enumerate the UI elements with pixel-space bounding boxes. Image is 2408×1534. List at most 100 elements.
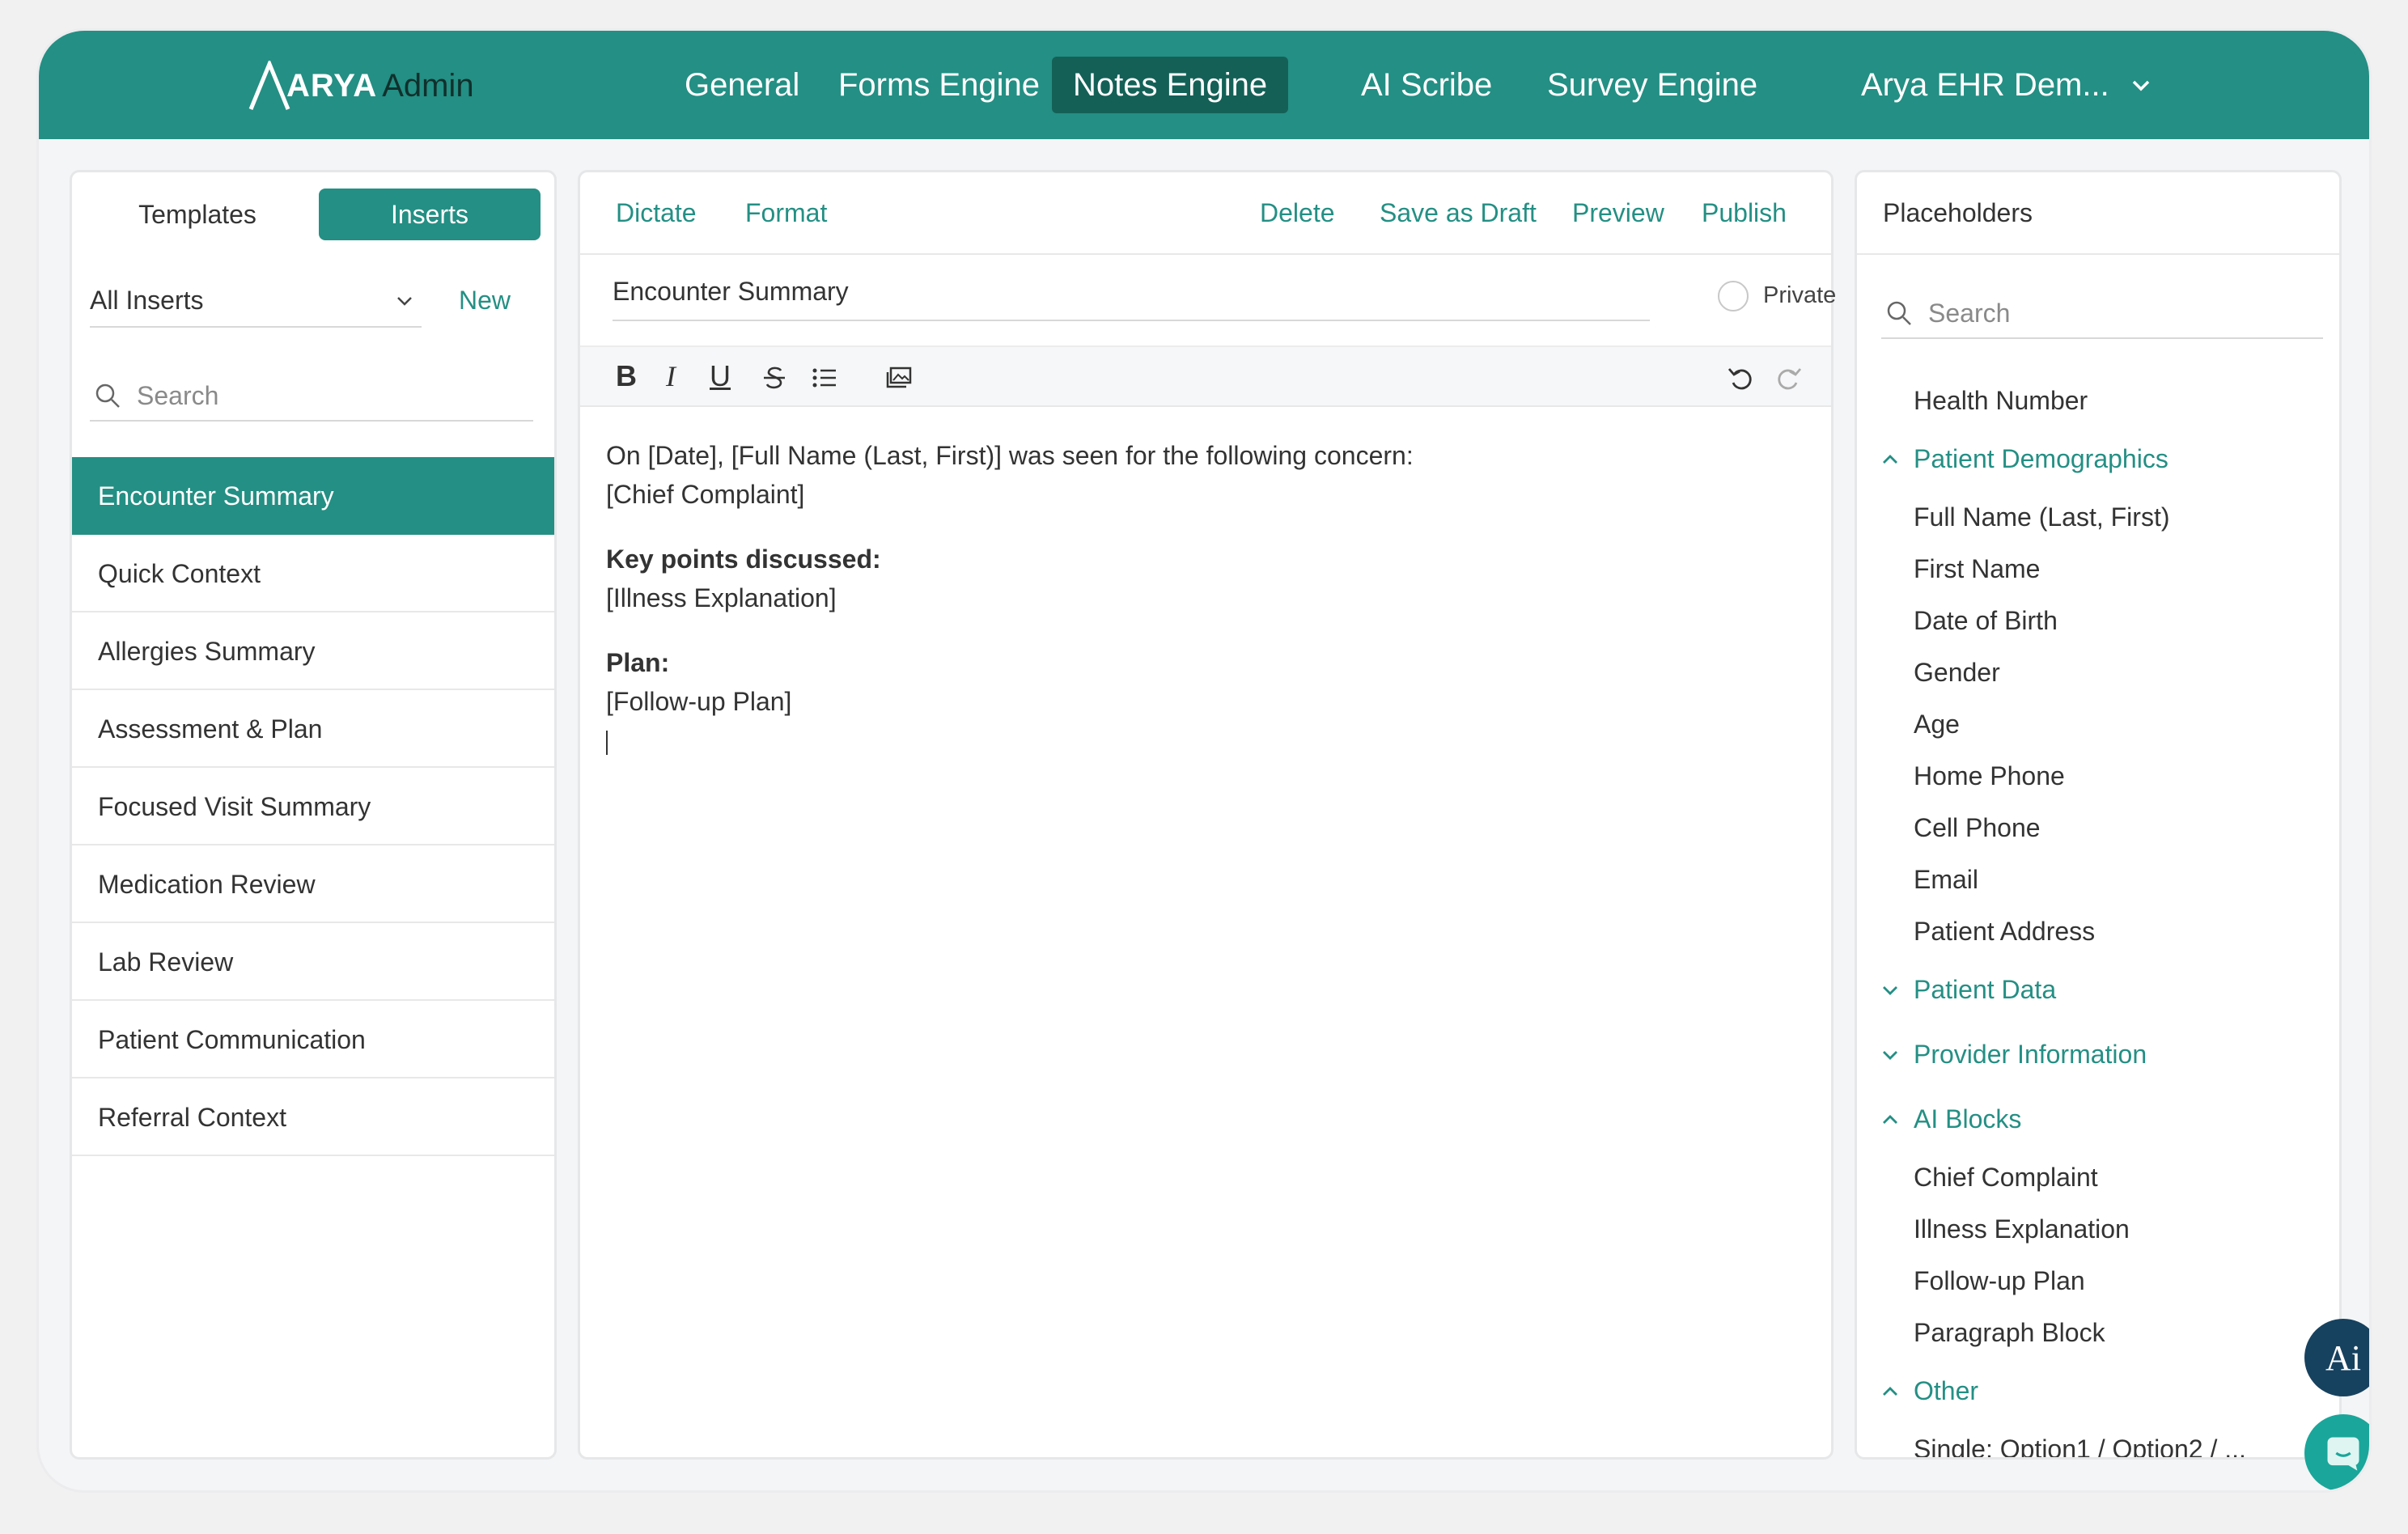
placeholder-item[interactable]: Home Phone xyxy=(1857,750,2339,802)
insert-filter-value: All Inserts xyxy=(90,286,204,315)
insert-search-input[interactable]: Search xyxy=(90,370,533,422)
placeholder-item[interactable]: Patient Address xyxy=(1857,905,2339,957)
placeholder-item[interactable]: Email xyxy=(1857,854,2339,905)
list-item[interactable]: Patient Communication xyxy=(72,1001,554,1078)
arya-logo-icon xyxy=(248,61,290,110)
group-other[interactable]: Other xyxy=(1857,1358,2339,1423)
group-label: Patient Demographics xyxy=(1914,444,2168,473)
placeholder-item[interactable]: Follow-up Plan xyxy=(1857,1255,2339,1307)
placeholder-item[interactable]: First Name xyxy=(1857,543,2339,595)
group-patient-demographics[interactable]: Patient Demographics xyxy=(1857,426,2339,491)
placeholders-panel: Placeholders Search Health Number Patien… xyxy=(1855,170,2342,1460)
group-provider-information[interactable]: Provider Information xyxy=(1857,1022,2339,1087)
placeholders-title: Placeholders xyxy=(1883,198,2033,227)
nav-forms-engine[interactable]: Forms Engine xyxy=(817,57,1061,113)
search-icon xyxy=(1887,301,1911,325)
search-placeholder: Search xyxy=(1928,299,2011,328)
undo-icon[interactable] xyxy=(1726,363,1755,392)
new-insert-button[interactable]: New xyxy=(459,286,511,316)
organization-select[interactable]: Arya EHR Dem... xyxy=(1861,57,2152,113)
placeholder-item[interactable]: Full Name (Last, First) xyxy=(1857,491,2339,543)
list-item[interactable]: Referral Context xyxy=(72,1078,554,1156)
body-line: [Chief Complaint] xyxy=(606,480,805,509)
list-item[interactable]: Quick Context xyxy=(72,535,554,612)
placeholder-item[interactable]: Gender xyxy=(1857,646,2339,698)
top-navigation-bar: ARYA Admin General Forms Engine Notes En… xyxy=(39,31,2369,139)
placeholders-header: Placeholders xyxy=(1857,172,2339,255)
chevron-down-icon xyxy=(397,297,412,306)
editor-action-bar: Dictate Format Delete Save as Draft Prev… xyxy=(580,172,1831,255)
tab-inserts[interactable]: Inserts xyxy=(319,189,541,240)
text-cursor xyxy=(606,721,1804,760)
search-icon xyxy=(95,384,120,408)
chevron-down-icon xyxy=(2132,80,2149,91)
body-line: [Illness Explanation] xyxy=(606,583,837,612)
organization-name: Arya EHR Dem... xyxy=(1861,67,2109,103)
body-line: [Follow-up Plan] xyxy=(606,687,792,716)
placeholder-tree: Health Number Patient Demographics Full … xyxy=(1857,375,2339,1457)
inserts-panel: Templates Inserts All Inserts New Search… xyxy=(70,170,557,1460)
group-label: Other xyxy=(1914,1376,1979,1405)
app-logo[interactable]: ARYA Admin xyxy=(248,60,474,112)
note-editor-panel: Dictate Format Delete Save as Draft Prev… xyxy=(578,170,1837,1460)
chevron-up-icon xyxy=(1883,1387,1897,1396)
placeholder-item[interactable]: Cell Phone xyxy=(1857,802,2339,854)
nav-survey-engine[interactable]: Survey Engine xyxy=(1526,57,1778,113)
note-body-editor[interactable]: On [Date], [Full Name (Last, First)] was… xyxy=(606,436,1804,760)
library-tabs: Templates Inserts xyxy=(72,172,554,253)
private-label: Private xyxy=(1763,282,1837,308)
brand-name: ARYA xyxy=(286,67,378,104)
group-ai-blocks[interactable]: AI Blocks xyxy=(1857,1087,2339,1151)
insert-image-icon[interactable] xyxy=(884,363,914,392)
ai-fab-label: Ai xyxy=(2325,1337,2361,1378)
list-item[interactable]: Assessment & Plan xyxy=(72,690,554,768)
body-line: On [Date], [Full Name (Last, First)] was… xyxy=(606,441,1414,470)
italic-button[interactable]: I xyxy=(666,358,676,394)
strikethrough-icon[interactable] xyxy=(760,363,789,392)
group-label: Patient Data xyxy=(1914,975,2057,1004)
brand-suffix: Admin xyxy=(382,67,474,104)
bold-button[interactable]: B xyxy=(616,358,637,394)
dictate-button[interactable]: Dictate xyxy=(616,198,697,228)
placeholder-search-input[interactable]: Search xyxy=(1881,287,2323,339)
chevron-down-icon xyxy=(1883,986,1897,995)
list-item[interactable]: Medication Review xyxy=(72,845,554,923)
insert-filter-select[interactable]: All Inserts xyxy=(90,278,422,328)
nav-notes-engine[interactable]: Notes Engine xyxy=(1052,57,1289,113)
formatting-toolbar: B I U xyxy=(580,345,1831,407)
placeholder-item[interactable]: Illness Explanation xyxy=(1857,1203,2339,1255)
placeholder-item[interactable]: Paragraph Block xyxy=(1857,1307,2339,1358)
bullet-list-icon[interactable] xyxy=(810,363,839,392)
list-item[interactable]: Lab Review xyxy=(72,923,554,1001)
chevron-up-icon xyxy=(1883,1115,1897,1124)
list-item[interactable]: Encounter Summary xyxy=(72,457,554,535)
group-patient-data[interactable]: Patient Data xyxy=(1857,957,2339,1022)
placeholder-item[interactable]: Chief Complaint xyxy=(1857,1151,2339,1203)
body-heading: Key points discussed: xyxy=(606,545,881,574)
group-label: Provider Information xyxy=(1914,1040,2147,1069)
delete-button[interactable]: Delete xyxy=(1260,198,1335,228)
placeholder-item[interactable]: Single: Option1 / Option2 / ... xyxy=(1857,1423,2339,1457)
nav-ai-scribe[interactable]: AI Scribe xyxy=(1340,57,1513,113)
tab-templates[interactable]: Templates xyxy=(87,189,308,240)
list-item[interactable]: Focused Visit Summary xyxy=(72,768,554,845)
save-draft-button[interactable]: Save as Draft xyxy=(1380,198,1537,228)
underline-button[interactable]: U xyxy=(710,358,731,394)
nav-general[interactable]: General xyxy=(663,57,820,113)
chat-icon xyxy=(2327,1437,2359,1471)
redo-icon[interactable] xyxy=(1774,363,1804,392)
insert-list: Encounter Summary Quick Context Allergie… xyxy=(72,457,554,1156)
list-item[interactable]: Allergies Summary xyxy=(72,612,554,690)
placeholder-item[interactable]: Health Number xyxy=(1857,375,2339,426)
private-radio[interactable] xyxy=(1718,281,1749,311)
app-window: ARYA Admin General Forms Engine Notes En… xyxy=(39,31,2369,1490)
group-label: AI Blocks xyxy=(1914,1104,2022,1134)
publish-button[interactable]: Publish xyxy=(1702,198,1787,228)
body-heading: Plan: xyxy=(606,648,670,677)
search-placeholder: Search xyxy=(137,381,219,410)
placeholder-item[interactable]: Age xyxy=(1857,698,2339,750)
insert-title-input[interactable]: Encounter Summary xyxy=(613,269,1650,321)
format-button[interactable]: Format xyxy=(745,198,827,228)
placeholder-item[interactable]: Date of Birth xyxy=(1857,595,2339,646)
preview-button[interactable]: Preview xyxy=(1572,198,1664,228)
